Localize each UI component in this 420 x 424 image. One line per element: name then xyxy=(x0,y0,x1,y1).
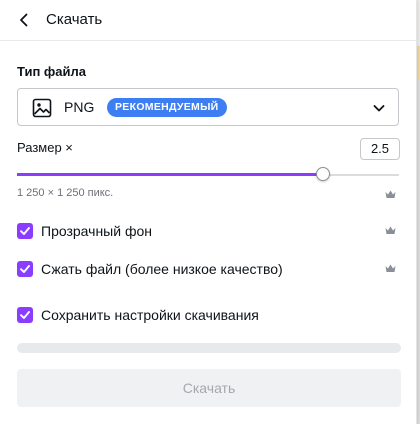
chevron-down-icon xyxy=(373,105,385,112)
download-panel: Скачать Тип файла PNG РЕКОМЕНДУЕМЫЙ Разм… xyxy=(0,0,417,424)
download-button[interactable]: Скачать xyxy=(17,369,401,407)
panel-header: Скачать xyxy=(0,0,416,41)
recommended-badge: РЕКОМЕНДУЕМЫЙ xyxy=(107,98,227,117)
chevron-left-icon xyxy=(20,13,28,27)
size-slider[interactable] xyxy=(17,166,399,184)
file-type-select[interactable]: PNG РЕКОМЕНДУЕМЫЙ xyxy=(17,88,399,126)
checkbox[interactable] xyxy=(17,223,33,239)
crown-icon xyxy=(385,190,396,198)
slider-thumb[interactable] xyxy=(316,167,330,181)
checkbox[interactable] xyxy=(17,307,33,323)
size-input[interactable]: 2.5 xyxy=(360,138,400,160)
checkmark-icon xyxy=(20,311,30,319)
dimensions-text: 1 250 × 1 250 пикс. xyxy=(17,187,114,199)
checkmark-icon xyxy=(20,265,30,273)
option-transparent-background[interactable]: Прозрачный фон xyxy=(17,221,152,241)
crown-icon xyxy=(385,226,396,234)
option-label: Сжать файл (более низкое качество) xyxy=(41,261,283,277)
option-label: Прозрачный фон xyxy=(41,223,152,239)
panel-title: Скачать xyxy=(46,11,103,28)
option-compress-file[interactable]: Сжать файл (более низкое качество) xyxy=(17,259,283,279)
option-save-settings[interactable]: Сохранить настройки скачивания xyxy=(17,305,259,325)
checkbox[interactable] xyxy=(17,261,33,277)
image-icon xyxy=(32,98,52,118)
back-button[interactable] xyxy=(14,10,34,30)
crown-icon xyxy=(385,264,396,272)
progress-bar xyxy=(17,343,401,353)
checkmark-icon xyxy=(20,227,30,235)
file-type-label: Тип файла xyxy=(17,64,86,79)
size-label: Размер × xyxy=(17,140,73,155)
option-label: Сохранить настройки скачивания xyxy=(41,307,259,323)
slider-fill xyxy=(17,173,323,176)
file-type-value: PNG xyxy=(64,99,95,115)
